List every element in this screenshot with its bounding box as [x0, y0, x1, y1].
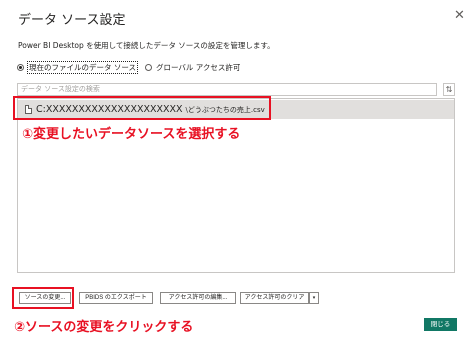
scope-current-file-option[interactable]: 現在のファイルのデータ ソース	[17, 61, 139, 74]
radio-unchecked-icon[interactable]	[145, 64, 152, 71]
search-input[interactable]: データ ソース設定の検索	[17, 83, 437, 96]
dialog-description: Power BI Desktop を使用して接続したデータ ソースの設定を管理し…	[18, 41, 275, 50]
annotation-step1: ①変更したいデータソースを選択する	[22, 127, 241, 142]
data-source-settings-dialog: データ ソース設定 ✕ Power BI Desktop を使用して接続したデー…	[0, 0, 474, 346]
clear-permissions-button[interactable]: アクセス許可のクリア	[240, 292, 309, 304]
sort-icon[interactable]: ⇅	[443, 83, 455, 96]
close-icon[interactable]: ✕	[454, 8, 465, 23]
dialog-title: データ ソース設定	[18, 13, 126, 28]
edit-permissions-button[interactable]: アクセス許可の編集...	[160, 292, 236, 304]
scope-global-permissions-option[interactable]: グローバル アクセス許可	[145, 62, 240, 73]
annotation-highlight-box-step1	[13, 96, 271, 120]
radio-checked-icon[interactable]	[17, 64, 24, 71]
annotation-highlight-box-step2	[12, 287, 74, 309]
clear-permissions-dropdown[interactable]: ▾	[309, 292, 319, 304]
close-button[interactable]: 閉じる	[424, 318, 457, 331]
scope-global-permissions-label[interactable]: グローバル アクセス許可	[156, 62, 240, 73]
annotation-step2: ②ソースの変更をクリックする	[14, 320, 194, 335]
export-pbids-button[interactable]: PBIDS のエクスポート	[79, 292, 153, 304]
scope-current-file-label[interactable]: 現在のファイルのデータ ソース	[26, 61, 139, 74]
